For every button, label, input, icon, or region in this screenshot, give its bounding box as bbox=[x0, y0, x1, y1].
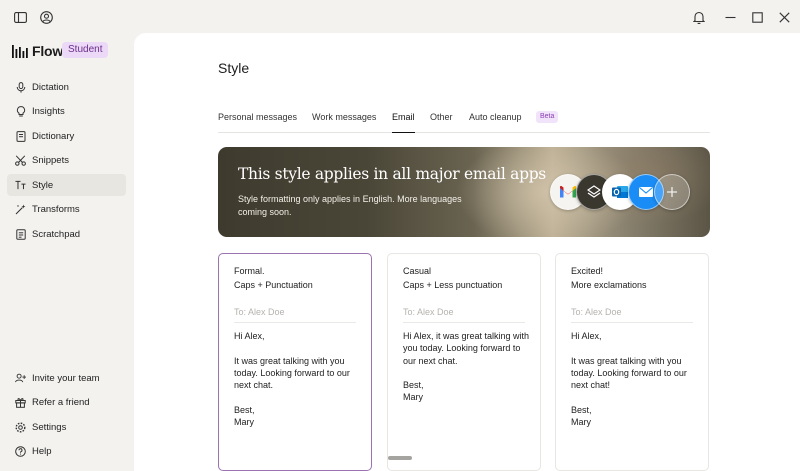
help-icon bbox=[15, 446, 26, 457]
sidebar-item-label: Invite your team bbox=[32, 372, 100, 384]
card-email-preview: Hi Alex, It was great talking with you t… bbox=[234, 330, 364, 428]
card-signature: Mary bbox=[571, 417, 591, 428]
sidebar-item-settings[interactable]: Settings bbox=[7, 416, 126, 438]
text-style-icon bbox=[15, 180, 26, 191]
sidebar-toggle-icon[interactable] bbox=[12, 9, 28, 25]
beta-badge: Beta bbox=[536, 111, 559, 123]
card-closing: Best, bbox=[234, 404, 255, 415]
banner-title: This style applies in all major email ap… bbox=[238, 165, 546, 183]
card-style-name: Casual bbox=[403, 266, 432, 276]
tab-work-messages[interactable]: Work messages bbox=[312, 112, 376, 133]
microphone-icon bbox=[15, 81, 26, 93]
sidebar-nav: Dictation Insights Dictionary Snippets S… bbox=[7, 76, 126, 248]
sidebar-item-help[interactable]: Help bbox=[7, 441, 126, 463]
notification-bell-icon[interactable] bbox=[690, 8, 708, 26]
sidebar-item-transforms[interactable]: Transforms bbox=[7, 199, 126, 221]
account-icon[interactable] bbox=[38, 9, 54, 25]
maximize-button[interactable] bbox=[748, 8, 766, 26]
card-recipient: To: Alex Doe bbox=[403, 307, 525, 323]
book-icon bbox=[15, 130, 26, 142]
sidebar-item-style[interactable]: Style bbox=[7, 174, 126, 196]
title-bar bbox=[0, 0, 800, 33]
card-recipient: To: Alex Doe bbox=[571, 307, 693, 323]
scissors-icon bbox=[15, 155, 26, 166]
tab-auto-cleanup[interactable]: Auto cleanup bbox=[469, 112, 522, 133]
sidebar-item-dictionary[interactable]: Dictionary bbox=[7, 125, 126, 147]
add-icon bbox=[654, 174, 690, 210]
sidebar-item-snippets[interactable]: Snippets bbox=[7, 150, 126, 172]
minimize-button[interactable] bbox=[721, 8, 739, 26]
card-style-description: Caps + Less punctuation bbox=[403, 280, 503, 290]
sidebar-item-scratchpad[interactable]: Scratchpad bbox=[7, 223, 126, 245]
flow-logo-icon bbox=[12, 44, 28, 58]
card-recipient: To: Alex Doe bbox=[234, 307, 356, 323]
card-style-description: More exclamations bbox=[571, 280, 647, 290]
sidebar-item-label: Dictation bbox=[32, 81, 69, 93]
plan-badge: Student bbox=[62, 42, 109, 58]
main-panel: Style Personal messages Work messages Em… bbox=[134, 33, 800, 471]
card-style-name: Formal. bbox=[234, 266, 265, 276]
email-apps-banner: This style applies in all major email ap… bbox=[218, 147, 710, 237]
sidebar-item-label: Style bbox=[32, 179, 54, 191]
card-signature: Mary bbox=[403, 392, 423, 403]
card-email-preview: Hi Alex, it was great talking with you t… bbox=[403, 330, 533, 404]
sidebar-item-label: Transforms bbox=[32, 204, 80, 215]
style-tabs: Personal messages Work messages Email Ot… bbox=[218, 111, 710, 133]
close-button[interactable] bbox=[775, 8, 793, 26]
notepad-icon bbox=[15, 228, 26, 240]
card-greeting: Hi Alex, bbox=[234, 331, 265, 341]
sidebar-item-label: Dictionary bbox=[32, 130, 75, 142]
card-body-text: It was great talking with you today. Loo… bbox=[234, 355, 350, 391]
card-style-name: Excited! bbox=[571, 266, 604, 276]
card-closing: Best, bbox=[571, 404, 592, 415]
card-style-description: Caps + Punctuation bbox=[234, 280, 313, 290]
card-closing: Best, bbox=[403, 380, 424, 391]
tab-other[interactable]: Other bbox=[430, 112, 453, 133]
sidebar-item-label: Settings bbox=[32, 421, 67, 433]
banner-subtitle: Style formatting only applies in English… bbox=[238, 194, 462, 217]
sidebar-item-dictation[interactable]: Dictation bbox=[7, 76, 126, 98]
card-greeting: Hi Alex, it was great talking with you t… bbox=[403, 331, 530, 366]
tab-personal-messages[interactable]: Personal messages bbox=[218, 112, 297, 133]
sidebar-item-refer-friend[interactable]: Refer a friend bbox=[7, 392, 126, 414]
add-people-icon bbox=[15, 373, 26, 384]
magic-wand-icon bbox=[15, 204, 26, 215]
sidebar-item-label: Scratchpad bbox=[32, 228, 81, 240]
sidebar-item-label: Insights bbox=[32, 106, 65, 117]
horizontal-scrollbar[interactable] bbox=[388, 456, 412, 460]
tab-email[interactable]: Email bbox=[392, 112, 415, 133]
sidebar-item-label: Help bbox=[32, 446, 52, 457]
sidebar-item-label: Refer a friend bbox=[32, 397, 90, 408]
card-greeting: Hi Alex, bbox=[571, 331, 602, 341]
style-card-excited[interactable]: Excited! More exclamations To: Alex Doe … bbox=[555, 253, 709, 471]
app-logo: Flow bbox=[12, 42, 63, 60]
style-card-formal[interactable]: Formal. Caps + Punctuation To: Alex Doe … bbox=[218, 253, 372, 471]
sidebar-item-label: Snippets bbox=[32, 155, 69, 166]
sidebar-item-insights[interactable]: Insights bbox=[7, 101, 126, 123]
page-title: Style bbox=[218, 60, 250, 76]
sidebar-bottom-nav: Invite your team Refer a friend Settings… bbox=[7, 367, 126, 465]
lightbulb-icon bbox=[15, 106, 26, 117]
style-card-casual[interactable]: Casual Caps + Less punctuation To: Alex … bbox=[387, 253, 541, 471]
gift-icon bbox=[15, 397, 26, 408]
sidebar: Flow Student Dictation Insights Dictiona… bbox=[0, 33, 134, 471]
gear-icon bbox=[15, 421, 26, 433]
sidebar-item-invite-team[interactable]: Invite your team bbox=[7, 367, 126, 389]
card-body-text: It was great talking with you today. Loo… bbox=[571, 355, 687, 391]
card-signature: Mary bbox=[234, 417, 254, 428]
card-email-preview: Hi Alex, It was great talking with you t… bbox=[571, 330, 701, 428]
app-name: Flow bbox=[32, 43, 64, 59]
